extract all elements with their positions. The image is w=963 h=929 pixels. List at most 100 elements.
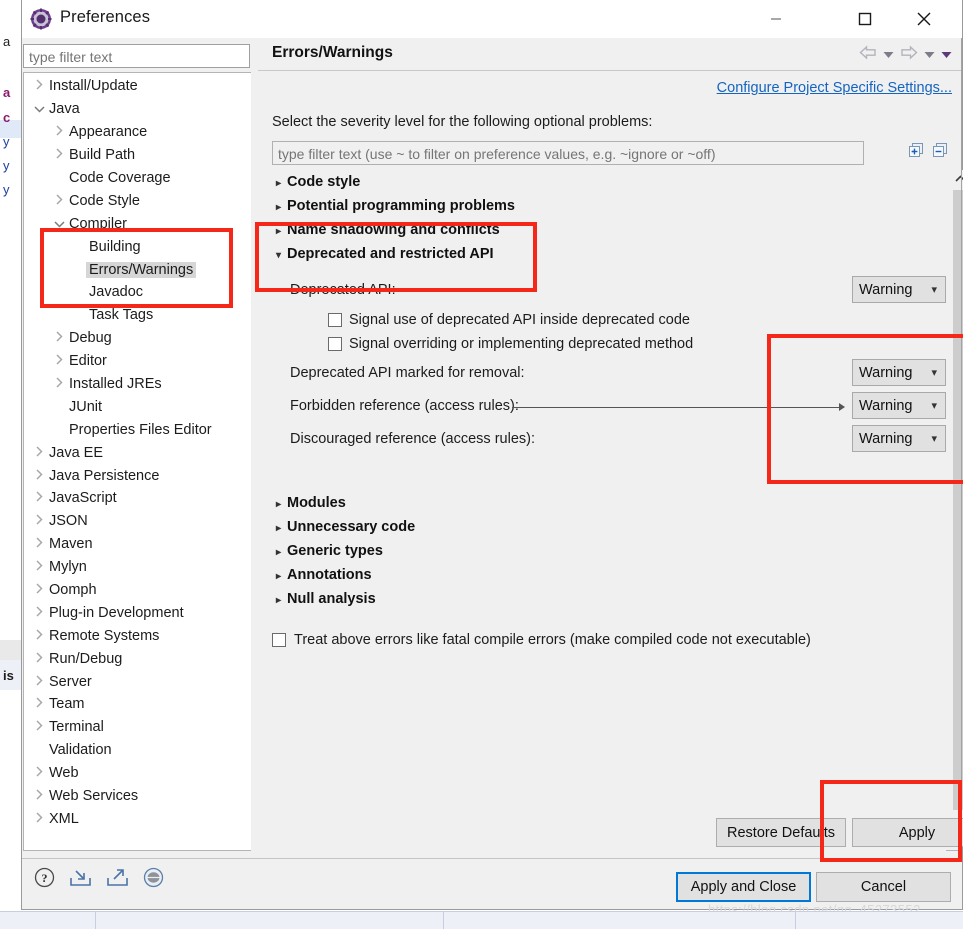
tree-item-installed-jres[interactable]: Installed JREs [24,373,234,396]
tree-item-team[interactable]: Team [24,693,234,716]
tree-item-terminal[interactable]: Terminal [24,716,234,739]
chevron-right-icon[interactable] [52,377,66,391]
tree-item-javadoc[interactable]: Javadoc [24,281,234,304]
chevron-right-icon[interactable] [32,560,46,574]
minimize-button[interactable] [753,0,799,38]
tree-item-properties-files-editor[interactable]: Properties Files Editor [24,418,234,441]
restore-defaults-button[interactable]: Restore Defaults [716,818,846,847]
chevron-right-icon[interactable] [52,354,66,368]
tree-item-junit[interactable]: JUnit [24,395,234,418]
chevron-right-icon[interactable] [32,697,46,711]
chevron-right-icon[interactable] [52,194,66,208]
severity-combo-discouraged-reference[interactable]: Warning ▾ [852,425,946,452]
checkbox-box[interactable] [272,633,286,647]
tree-item-oomph[interactable]: Oomph [24,579,234,602]
option-category-name-shadowing-and-conflicts[interactable]: ▸ Name shadowing and conflicts [276,222,500,238]
preferences-tree[interactable]: Install/Update Java Appearance Build Path Co… [23,72,251,851]
checkbox-signal-overriding-deprecated-method[interactable]: Signal overriding or implementing deprec… [328,336,693,352]
export-preferences-icon[interactable] [106,867,129,893]
import-preferences-icon[interactable] [69,867,92,893]
tree-item-json[interactable]: JSON [24,510,234,533]
forward-dropdown-icon[interactable] [924,46,935,64]
tree-item-mylyn[interactable]: Mylyn [24,556,234,579]
checkbox-box[interactable] [328,313,342,327]
oomph-record-icon[interactable] [143,867,164,893]
checkbox-signal-use-deprecated-inside-deprecated[interactable]: Signal use of deprecated API inside depr… [328,312,690,328]
tree-item-building[interactable]: Building [24,235,234,258]
chevron-right-icon[interactable] [32,491,46,505]
tree-item-task-tags[interactable]: Task Tags [24,304,234,327]
tree-item-java-persistence[interactable]: Java Persistence [24,464,234,487]
tree-item-javascript[interactable]: JavaScript [24,487,234,510]
option-category-potential-programming-problems[interactable]: ▸ Potential programming problems [276,198,515,214]
tree-item-maven[interactable]: Maven [24,533,234,556]
expand-all-icon[interactable] [908,142,924,163]
menu-dropdown-icon[interactable] [941,46,952,64]
chevron-right-icon[interactable] [32,652,46,666]
options-scroll-area[interactable]: ▸ Code style ▸ Potential programming probl… [272,170,962,806]
tree-item-errors-warnings[interactable]: Errors/Warnings [24,258,234,281]
tree-item-code-coverage[interactable]: Code Coverage [24,167,234,190]
option-category-deprecated-and-restricted-api[interactable]: ▾ Deprecated and restricted API [276,246,494,262]
tree-item-debug[interactable]: Debug [24,327,234,350]
configure-project-specific-settings-link[interactable]: Configure Project Specific Settings... [717,80,952,96]
tree-item-web-services[interactable]: Web Services [24,785,234,808]
apply-button[interactable]: Apply [852,818,963,847]
chevron-right-icon[interactable] [32,606,46,620]
tree-item-code-style[interactable]: Code Style [24,189,234,212]
chevron-right-icon[interactable] [52,148,66,162]
close-button[interactable] [901,0,947,38]
chevron-right-icon[interactable] [32,789,46,803]
tree-item-web[interactable]: Web [24,762,234,785]
tree-item-editor[interactable]: Editor [24,350,234,373]
forward-arrow-icon[interactable] [900,45,918,65]
severity-combo-forbidden-reference[interactable]: Warning ▾ [852,392,946,419]
tree-item-remote-systems[interactable]: Remote Systems [24,624,234,647]
chevron-right-icon[interactable] [52,331,66,345]
chevron-right-icon[interactable] [32,583,46,597]
tree-filter-input[interactable] [23,44,250,68]
chevron-right-icon[interactable] [32,79,46,93]
option-category-unnecessary-code[interactable]: ▸ Unnecessary code [276,519,415,535]
collapse-all-icon[interactable] [932,142,948,163]
option-category-annotations[interactable]: ▸ Annotations [276,567,372,583]
option-category-generic-types[interactable]: ▸ Generic types [276,543,383,559]
chevron-right-icon[interactable] [32,446,46,460]
chevron-right-icon[interactable] [32,675,46,689]
chevron-right-icon[interactable] [32,469,46,483]
tree-item-appearance[interactable]: Appearance [24,121,234,144]
checkbox-treat-errors-as-fatal[interactable]: Treat above errors like fatal compile er… [272,632,811,648]
tree-item-java-ee[interactable]: Java EE [24,441,234,464]
severity-combo-deprecated-api-marked-for-removal[interactable]: Warning ▾ [852,359,946,386]
chevron-right-icon[interactable] [32,766,46,780]
chevron-right-icon[interactable] [32,514,46,528]
maximize-button[interactable] [842,0,888,38]
tree-item-xml[interactable]: XML [24,808,234,831]
tree-item-install-update[interactable]: Install/Update [24,75,234,98]
option-category-modules[interactable]: ▸ Modules [276,495,346,511]
chevron-down-icon[interactable] [32,102,46,116]
option-category-null-analysis[interactable]: ▸ Null analysis [276,591,376,607]
problem-filter-input[interactable] [272,141,864,165]
apply-and-close-button[interactable]: Apply and Close [676,872,811,902]
chevron-right-icon[interactable] [32,720,46,734]
chevron-right-icon[interactable] [32,812,46,826]
chevron-right-icon[interactable] [32,629,46,643]
chevron-right-icon[interactable] [52,125,66,139]
tree-item-server[interactable]: Server [24,670,234,693]
back-dropdown-icon[interactable] [883,46,894,64]
help-icon[interactable]: ? [34,867,55,893]
back-arrow-icon[interactable] [859,45,877,65]
chevron-right-icon[interactable] [32,537,46,551]
severity-combo-deprecated-api[interactable]: Warning ▾ [852,276,946,303]
cancel-button[interactable]: Cancel [816,872,951,902]
option-category-code-style[interactable]: ▸ Code style [276,174,360,190]
tree-item-build-path[interactable]: Build Path [24,144,234,167]
chevron-down-icon[interactable] [52,217,66,231]
tree-item-java[interactable]: Java [24,98,234,121]
tree-item-plug-in-development[interactable]: Plug-in Development [24,601,234,624]
tree-item-compiler[interactable]: Compiler [24,212,234,235]
tree-item-validation[interactable]: Validation [24,739,234,762]
checkbox-box[interactable] [328,337,342,351]
tree-item-run-debug[interactable]: Run/Debug [24,647,234,670]
